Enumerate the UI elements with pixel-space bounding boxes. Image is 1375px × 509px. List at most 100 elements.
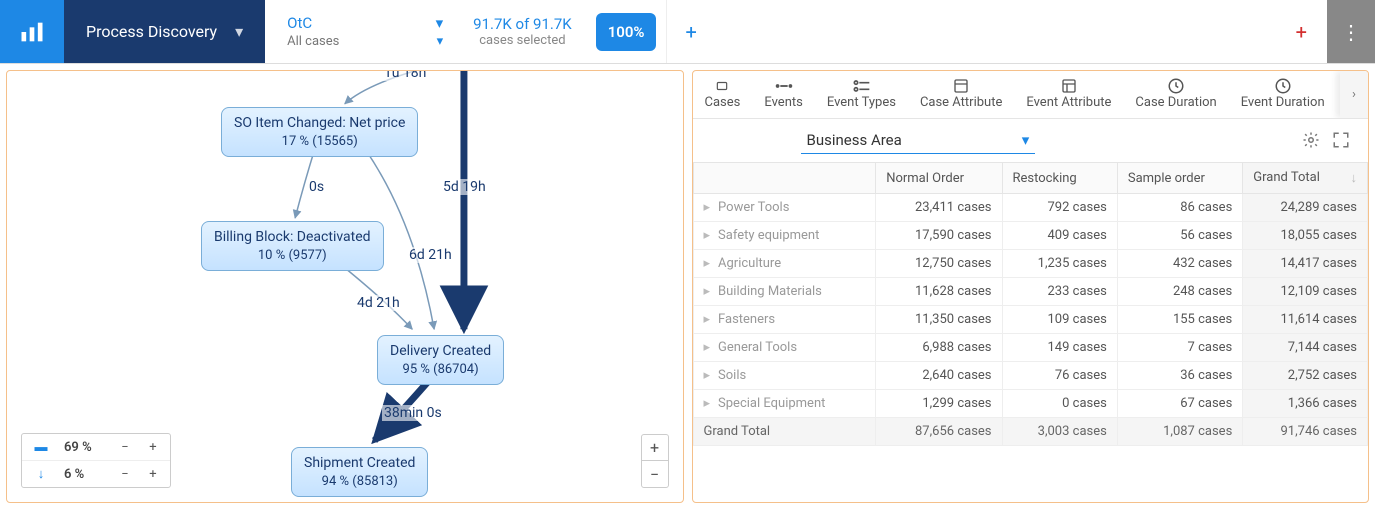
expand-icon[interactable]: ▸ xyxy=(704,284,711,299)
expand-icon[interactable]: ▸ xyxy=(704,312,711,327)
chevron-down-icon: ▾ xyxy=(1022,131,1030,149)
table-row[interactable]: ▸Power Tools23,411 cases792 cases86 case… xyxy=(693,194,1368,222)
cell: 6,988 cases xyxy=(876,334,1002,362)
cell: 18,055 cases xyxy=(1243,222,1368,250)
table-row[interactable]: ▸Safety equipment17,590 cases409 cases56… xyxy=(693,222,1368,250)
expand-icon[interactable]: ▸ xyxy=(704,340,711,355)
filter-name: All cases xyxy=(287,34,339,49)
gear-icon[interactable] xyxy=(1302,131,1320,153)
nav-label: Process Discovery xyxy=(86,22,217,41)
chart-bar-icon xyxy=(18,18,46,46)
edge-label: 5d 19h xyxy=(441,179,488,195)
column-header[interactable]: Normal Order xyxy=(876,163,1002,194)
row-label: ▸Safety equipment xyxy=(693,222,876,250)
analysis-tab[interactable]: Events xyxy=(752,71,814,118)
cell: 17,590 cases xyxy=(876,222,1002,250)
cell: 1,366 cases xyxy=(1243,390,1368,418)
analysis-tab[interactable]: Event Duration xyxy=(1229,71,1337,118)
expand-icon[interactable]: ▸ xyxy=(704,200,711,215)
process-node[interactable]: Billing Block: Deactivated10 % (9577) xyxy=(201,221,384,271)
tab-icon xyxy=(1167,77,1185,95)
column-header[interactable] xyxy=(693,163,876,194)
plus-button[interactable]: + xyxy=(146,440,160,455)
cell: 86 cases xyxy=(1117,194,1242,222)
edge-label: 4d 21h xyxy=(355,295,402,311)
analysis-tab[interactable]: Cases xyxy=(693,71,753,118)
percent-badge: 100% xyxy=(596,13,657,51)
table-row[interactable]: ▸Special Equipment1,299 cases0 cases67 c… xyxy=(693,390,1368,418)
expand-icon[interactable]: ▸ xyxy=(704,368,711,383)
expand-icon[interactable]: ▸ xyxy=(704,256,711,271)
zoom-in-button[interactable]: + xyxy=(642,435,668,461)
minus-button[interactable]: − xyxy=(118,440,132,455)
tab-icon xyxy=(952,77,970,95)
row-label: ▸Agriculture xyxy=(693,250,876,278)
edge-label: 0s xyxy=(307,179,326,195)
add-action-button[interactable]: + xyxy=(1276,0,1327,63)
row-label: ▸Soils xyxy=(693,362,876,390)
tab-icon xyxy=(773,77,795,95)
analysis-tab[interactable]: Event Attribute xyxy=(1014,71,1123,118)
kebab-menu-button[interactable]: ⋮ xyxy=(1327,0,1375,63)
chevron-down-icon: ▾ xyxy=(235,22,243,41)
expand-icon[interactable]: ▸ xyxy=(704,228,711,243)
cell: 36 cases xyxy=(1117,362,1242,390)
row-label: ▸General Tools xyxy=(693,334,876,362)
analysis-toolbar: Business Area ▾ xyxy=(693,119,1369,162)
edge-label: Tu 18n xyxy=(382,70,428,81)
process-graph-panel: Tu 18n SO Item Changed: Net price17 % (15… xyxy=(6,70,684,503)
total-label: Grand Total xyxy=(693,418,876,446)
cell: 12,750 cases xyxy=(876,250,1002,278)
analysis-tab[interactable]: Event Types xyxy=(815,71,908,118)
top-bar: Process Discovery ▾ OtC▾ All cases▾ 91.7… xyxy=(0,0,1375,64)
table-row[interactable]: ▸Building Materials11,628 cases233 cases… xyxy=(693,278,1368,306)
column-header[interactable]: Grand Total↓ xyxy=(1243,163,1368,194)
cell: 149 cases xyxy=(1002,334,1117,362)
cell: 109 cases xyxy=(1002,306,1117,334)
analysis-tab[interactable]: Case Duration xyxy=(1123,71,1228,118)
cell: 23,411 cases xyxy=(876,194,1002,222)
column-header[interactable]: Restocking xyxy=(1002,163,1117,194)
tab-icon xyxy=(713,77,731,95)
cell: 248 cases xyxy=(1117,278,1242,306)
path-slider: ↓ 6 % − + xyxy=(22,461,170,487)
bar-icon: ▬ xyxy=(32,439,50,455)
fullscreen-icon[interactable] xyxy=(1332,131,1350,153)
process-node[interactable]: Shipment Created94 % (85813) xyxy=(291,447,428,497)
brand-logo[interactable] xyxy=(0,0,64,63)
minus-button[interactable]: − xyxy=(118,467,132,482)
table-row[interactable]: ▸General Tools6,988 cases149 cases7 case… xyxy=(693,334,1368,362)
nav-section[interactable]: Process Discovery ▾ xyxy=(64,0,265,63)
chevron-down-icon: ▾ xyxy=(436,14,444,32)
cell: 67 cases xyxy=(1117,390,1242,418)
pivot-table: Normal OrderRestockingSample orderGrand … xyxy=(693,162,1369,446)
dimension-select[interactable]: Business Area ▾ xyxy=(801,129,1036,154)
column-header[interactable]: Sample order xyxy=(1117,163,1242,194)
cell: 56 cases xyxy=(1117,222,1242,250)
cell: 0 cases xyxy=(1002,390,1117,418)
add-tab-button[interactable]: + xyxy=(666,0,714,63)
dataset-selector[interactable]: OtC▾ All cases▾ xyxy=(269,0,459,63)
edge-label: 38min 0s xyxy=(382,405,444,421)
tab-icon xyxy=(851,77,871,95)
zoom-control: + − xyxy=(641,434,669,488)
cell: 11,350 cases xyxy=(876,306,1002,334)
dimension-label: Business Area xyxy=(807,131,902,149)
total-row: Grand Total87,656 cases3,003 cases1,087 … xyxy=(693,418,1368,446)
cell: 7,144 cases xyxy=(1243,334,1368,362)
expand-icon[interactable]: ▸ xyxy=(704,396,711,411)
process-node[interactable]: Delivery Created95 % (86704) xyxy=(377,335,504,385)
plus-button[interactable]: + xyxy=(146,467,160,482)
analysis-tab[interactable]: Case Attribute xyxy=(908,71,1014,118)
table-row[interactable]: ▸Agriculture12,750 cases1,235 cases432 c… xyxy=(693,250,1368,278)
zoom-out-button[interactable]: − xyxy=(642,461,668,487)
cell: 12,109 cases xyxy=(1243,278,1368,306)
table-row[interactable]: ▸Soils2,640 cases76 cases36 cases2,752 c… xyxy=(693,362,1368,390)
tab-icon xyxy=(1274,77,1292,95)
process-node[interactable]: SO Item Changed: Net price17 % (15565) xyxy=(221,107,418,157)
analysis-tabs: CasesEventsEvent TypesCase AttributeEven… xyxy=(693,71,1369,119)
tabs-scroll-right[interactable]: › xyxy=(1340,71,1368,118)
cell: 2,752 cases xyxy=(1243,362,1368,390)
table-row[interactable]: ▸Fasteners11,350 cases109 cases155 cases… xyxy=(693,306,1368,334)
cell: 1,299 cases xyxy=(876,390,1002,418)
